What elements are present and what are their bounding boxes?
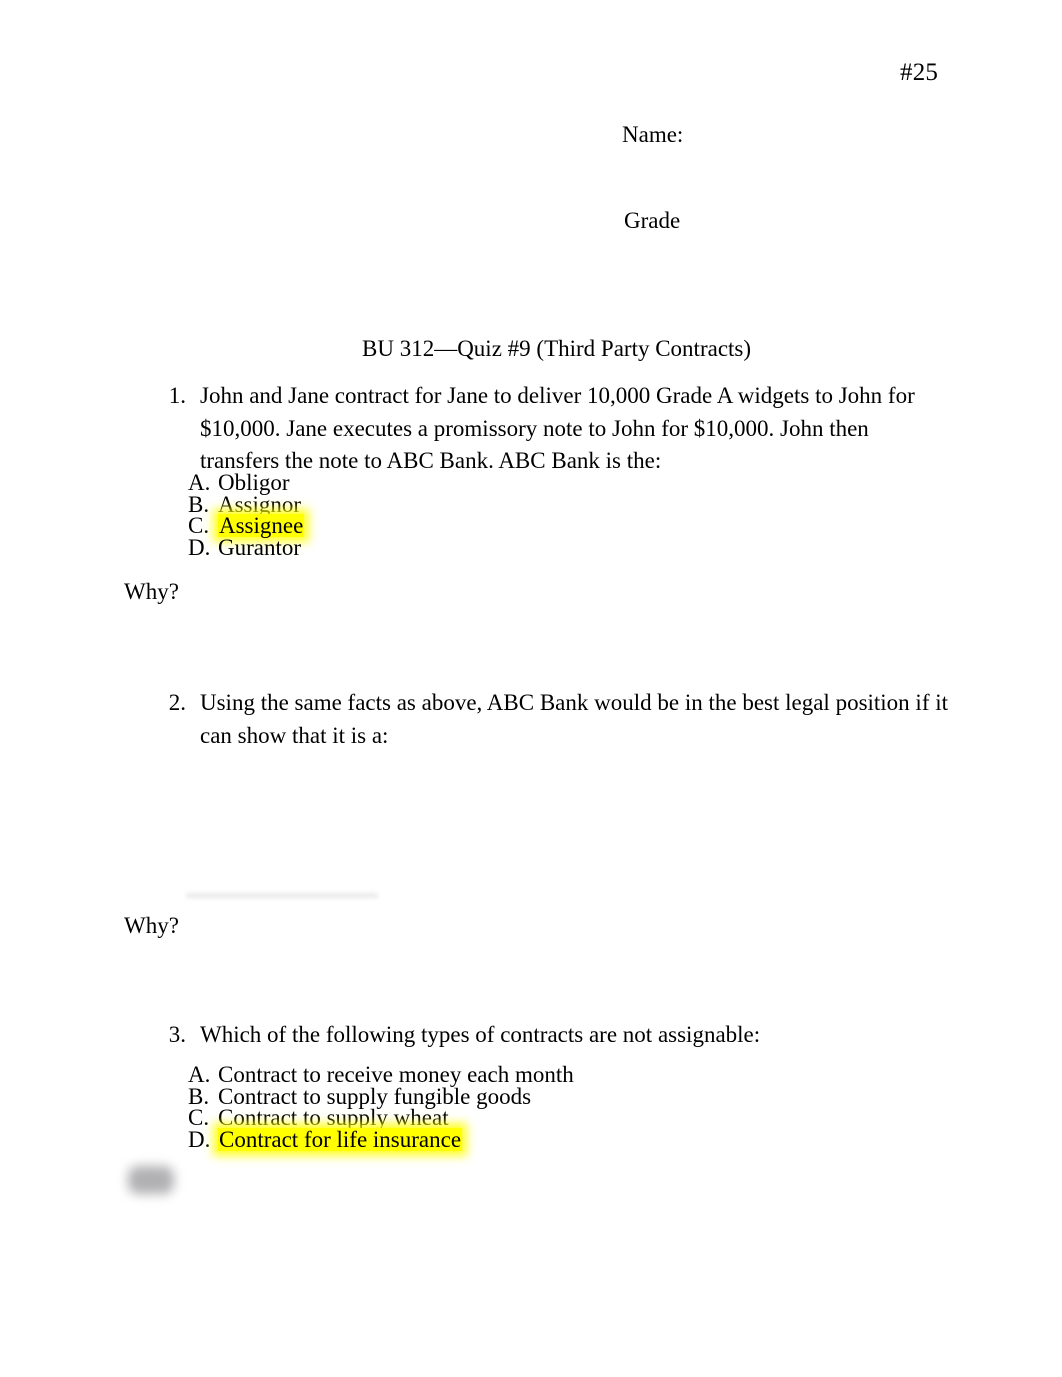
quiz-document-page: #25 Name: Grade BU 312—Quiz #9 (Third Pa…	[0, 0, 1062, 1377]
option-letter: A.	[188, 470, 211, 495]
question-1-text: John and Jane contract for Jane to deliv…	[200, 383, 915, 474]
option-item[interactable]: A. Obligor	[188, 470, 304, 495]
option-item-highlighted[interactable]: D. Contract for life insurance	[188, 1126, 574, 1152]
option-letter: A.	[188, 1062, 211, 1087]
question-2-number: 2.	[168, 690, 186, 715]
question-1-options: A. Obligor B. Assignor C. Assignee D. Gurant…	[188, 470, 305, 560]
option-item[interactable]: D. Gurantor	[188, 534, 304, 560]
question-3-text: Which of the following types of contract…	[200, 1022, 761, 1047]
option-item[interactable]: A. Contract to receive money each month	[188, 1062, 574, 1087]
page-number-mark: #25	[900, 59, 939, 86]
grade-field-label: Grade	[624, 208, 681, 233]
option-letter: C.	[188, 513, 210, 539]
question-2: 2. Using the same facts as above, ABC Ba…	[152, 687, 952, 752]
option-label: Obligor	[218, 470, 290, 495]
option-label: Gurantor	[218, 534, 302, 560]
option-letter: D.	[188, 1126, 211, 1152]
option-letter: B.	[188, 491, 210, 517]
question-2-text: Using the same facts as above, ABC Bank …	[200, 690, 949, 748]
option-letter: B.	[188, 1083, 210, 1109]
scan-artifact-smudge	[128, 1166, 174, 1194]
option-letter: C.	[188, 1105, 210, 1131]
question-3-options: A. Contract to receive money each month B…	[188, 1062, 574, 1152]
option-label-highlighted: Contract for life insurance	[218, 1126, 463, 1152]
why-prompt-1: Why?	[124, 579, 179, 604]
option-letter: D.	[188, 534, 211, 560]
option-label: Contract to supply wheat	[218, 1105, 449, 1131]
question-1: 1. John and Jane contract for Jane to de…	[152, 380, 952, 478]
option-label: Assignor	[218, 491, 302, 517]
option-label: Contract to receive money each month	[218, 1062, 574, 1087]
question-3-number: 3.	[168, 1022, 186, 1047]
scan-artifact-line	[186, 893, 378, 898]
option-label: Contract to supply fungible goods	[218, 1083, 532, 1109]
question-3: 3. Which of the following types of contr…	[152, 1019, 952, 1052]
option-item[interactable]: C. Contract to supply wheat	[188, 1105, 574, 1131]
question-1-number: 1.	[168, 383, 186, 408]
option-item-highlighted[interactable]: C. Assignee	[188, 513, 305, 539]
option-label-highlighted: Assignee	[218, 513, 305, 539]
name-field-label: Name:	[622, 122, 684, 147]
option-item[interactable]: B. Assignor	[188, 491, 304, 517]
why-prompt-2: Why?	[124, 913, 179, 938]
page-title: BU 312—Quiz #9 (Third Party Contracts)	[362, 336, 752, 361]
option-item[interactable]: B. Contract to supply fungible goods	[188, 1083, 574, 1109]
